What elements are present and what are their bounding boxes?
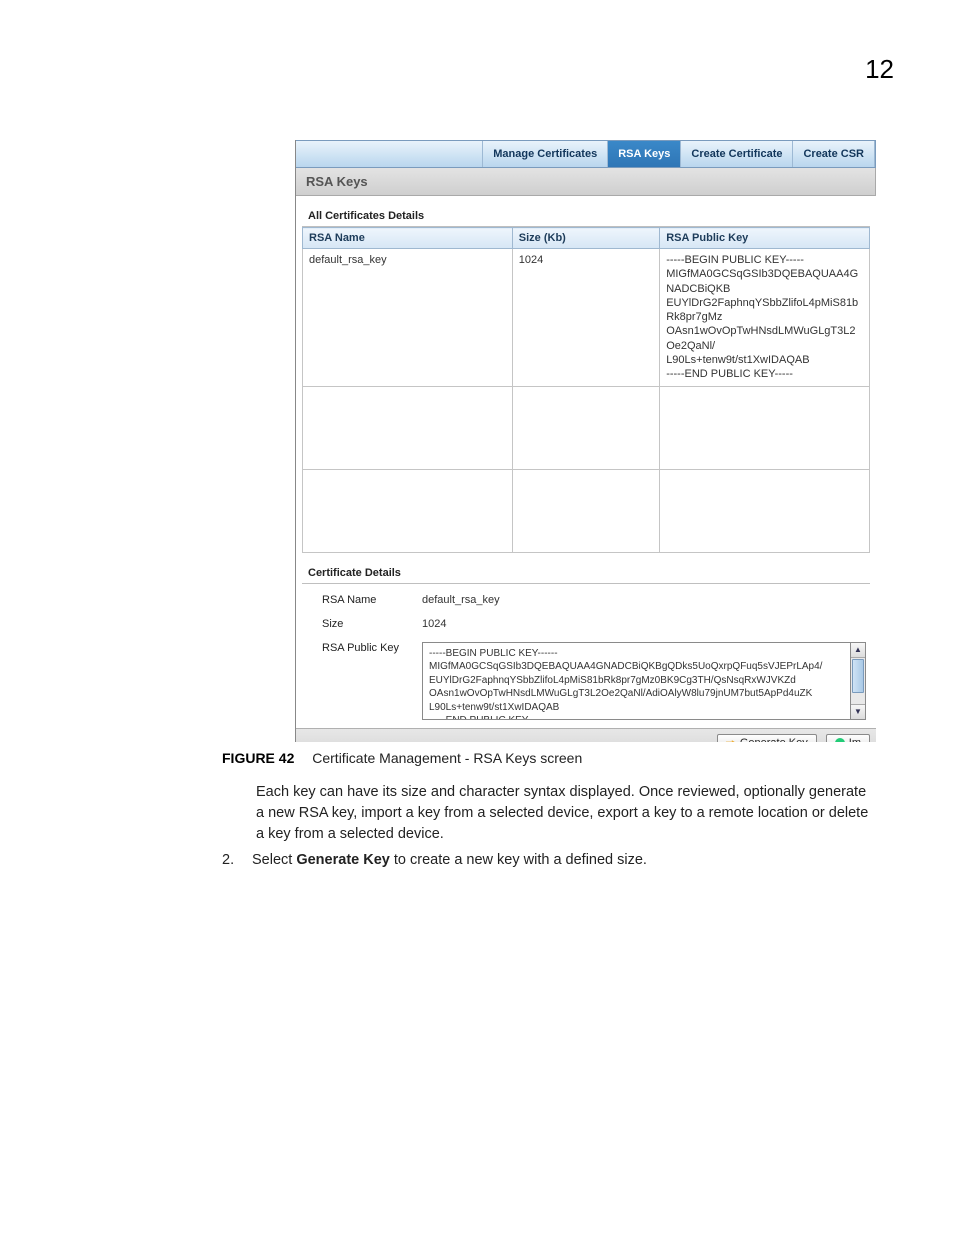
table-row-empty (303, 386, 870, 469)
import-icon (835, 738, 845, 742)
generate-key-label: Generate Key (740, 737, 808, 742)
tab-create-certificate[interactable]: Create Certificate (681, 141, 793, 167)
certificate-details: RSA Name default_rsa_key Size 1024 RSA P… (302, 584, 870, 720)
scroll-up-icon[interactable]: ▲ (851, 643, 865, 658)
table-row[interactable]: default_rsa_key 1024 -----BEGIN PUBLIC K… (303, 249, 870, 387)
key-icon (726, 738, 736, 742)
public-key-field: -----BEGIN PUBLIC KEY------ MIGfMA0GCSqG… (422, 642, 866, 720)
generate-key-button[interactable]: Generate Key (717, 734, 817, 742)
panel-title: RSA Keys (296, 168, 876, 196)
scroll-track[interactable] (851, 694, 865, 704)
body-paragraph: Each key can have its size and character… (256, 782, 876, 845)
page-number: 12 (865, 54, 894, 85)
label-size: Size (322, 618, 422, 630)
step-bold: Generate Key (296, 852, 390, 868)
scroll-down-icon[interactable]: ▼ (851, 704, 865, 719)
value-size: 1024 (422, 618, 866, 630)
table-row-empty (303, 469, 870, 552)
figure-caption-text: Certificate Management - RSA Keys screen (312, 750, 582, 766)
tab-bar-spacer (296, 141, 483, 167)
scroll-thumb[interactable] (852, 659, 864, 693)
cell-rsa-public-key: -----BEGIN PUBLIC KEY----- MIGfMA0GCSqGS… (660, 249, 870, 387)
value-rsa-name: default_rsa_key (422, 594, 866, 606)
figure-label: FIGURE 42 (222, 750, 294, 766)
button-bar: Generate Key Im (296, 728, 876, 742)
figure-caption: FIGURE 42 Certificate Management - RSA K… (222, 750, 582, 766)
col-rsa-name[interactable]: RSA Name (303, 228, 513, 249)
step-number: 2. (222, 850, 240, 871)
scrollbar[interactable]: ▲ ▼ (851, 642, 866, 720)
cell-size-kb: 1024 (512, 249, 659, 387)
step-prefix: Select (252, 852, 296, 868)
rsa-keys-screenshot: Manage Certificates RSA Keys Create Cert… (295, 140, 876, 742)
label-rsa-name: RSA Name (322, 594, 422, 606)
label-rsa-public-key: RSA Public Key (322, 642, 422, 720)
public-key-text[interactable]: -----BEGIN PUBLIC KEY------ MIGfMA0GCSqG… (422, 642, 851, 720)
step-suffix: to create a new key with a defined size. (390, 852, 647, 868)
tab-rsa-keys[interactable]: RSA Keys (608, 141, 681, 167)
col-rsa-public-key[interactable]: RSA Public Key (660, 228, 870, 249)
certificates-table: RSA Name Size (Kb) RSA Public Key defaul… (302, 227, 870, 553)
tab-create-csr[interactable]: Create CSR (793, 141, 875, 167)
col-size-kb[interactable]: Size (Kb) (512, 228, 659, 249)
page: 12 Manage Certificates RSA Keys Create C… (0, 0, 954, 1235)
step-text: Select Generate Key to create a new key … (252, 850, 647, 871)
import-button[interactable]: Im (826, 734, 870, 742)
tab-bar: Manage Certificates RSA Keys Create Cert… (296, 140, 876, 168)
tab-manage-certificates[interactable]: Manage Certificates (483, 141, 608, 167)
import-label: Im (849, 737, 861, 742)
section-all-certificates: All Certificates Details (302, 196, 870, 226)
step-2: 2. Select Generate Key to create a new k… (222, 850, 876, 871)
cell-rsa-name: default_rsa_key (303, 249, 513, 387)
section-certificate-details: Certificate Details (302, 553, 870, 583)
